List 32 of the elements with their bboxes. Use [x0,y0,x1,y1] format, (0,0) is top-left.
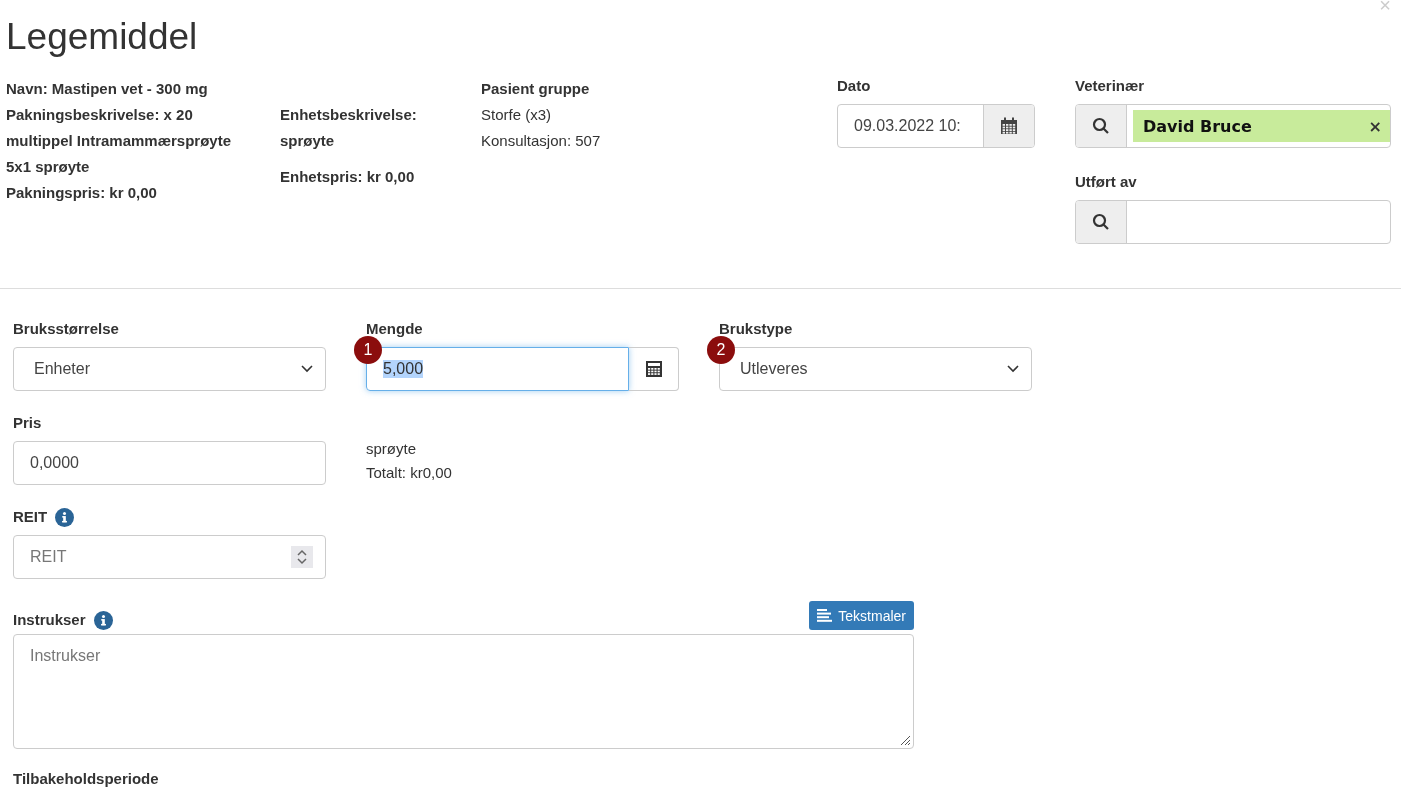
patient-group-text: Storfe (x3) [481,105,553,125]
package-info-text: Pakningsbeskrivelse: x 20 multippel Intramammærsprøyte 5x1 sprøyte [6,105,233,177]
date-field[interactable]: 09.03.2022 10: [837,104,1035,148]
step-number-badge: 1 [354,336,382,364]
patient-group-label: Pasient gruppe [481,79,591,99]
veterinarian-field[interactable]: David Bruce × [1075,104,1391,148]
package-info-text: Navn: Mastipen vet - 300 mg [6,79,209,99]
instructions-label: Instrukser [13,610,86,630]
usage-size-select[interactable]: Enheter [13,347,326,391]
performed-by-label: Utført av [1075,172,1138,192]
dialog-title: Legemiddel [6,15,198,59]
usage-type-label: Brukstype [719,319,794,339]
remove-button[interactable]: × [1368,116,1382,136]
patient-group-text: Konsultasjon: 507 [481,131,602,151]
unit-summary-text: Totalt: kr0,00 [366,463,453,483]
reit-label: REIT [13,507,48,527]
text-templates-button[interactable]: Tekstmaler [809,601,914,630]
unit-info-text: Enhetspris: kr 0,00 [280,167,416,187]
unit-summary-text: sprøyte [366,439,417,459]
reit-field[interactable]: REIT [13,535,326,579]
price-field[interactable]: 0,0000 [13,441,326,485]
withdrawal-period-label: Tilbakeholdsperiode [13,769,160,789]
veterinarian-label: Veterinær [1075,76,1146,96]
amount-label: Mengde [366,319,424,339]
price-label: Pris [13,413,43,433]
date-label: Dato [837,76,872,96]
step-number-badge: 2 [707,336,735,364]
usage-size-label: Bruksstørrelse [13,319,120,339]
unit-info-text: Enhetsbeskrivelse: sprøyte [280,105,418,151]
instructions-field[interactable]: Instrukser [13,634,914,749]
package-info-text: Pakningspris: kr 0,00 [6,183,158,203]
selected-veterinarian-tag: David Bruce × [1133,110,1390,142]
